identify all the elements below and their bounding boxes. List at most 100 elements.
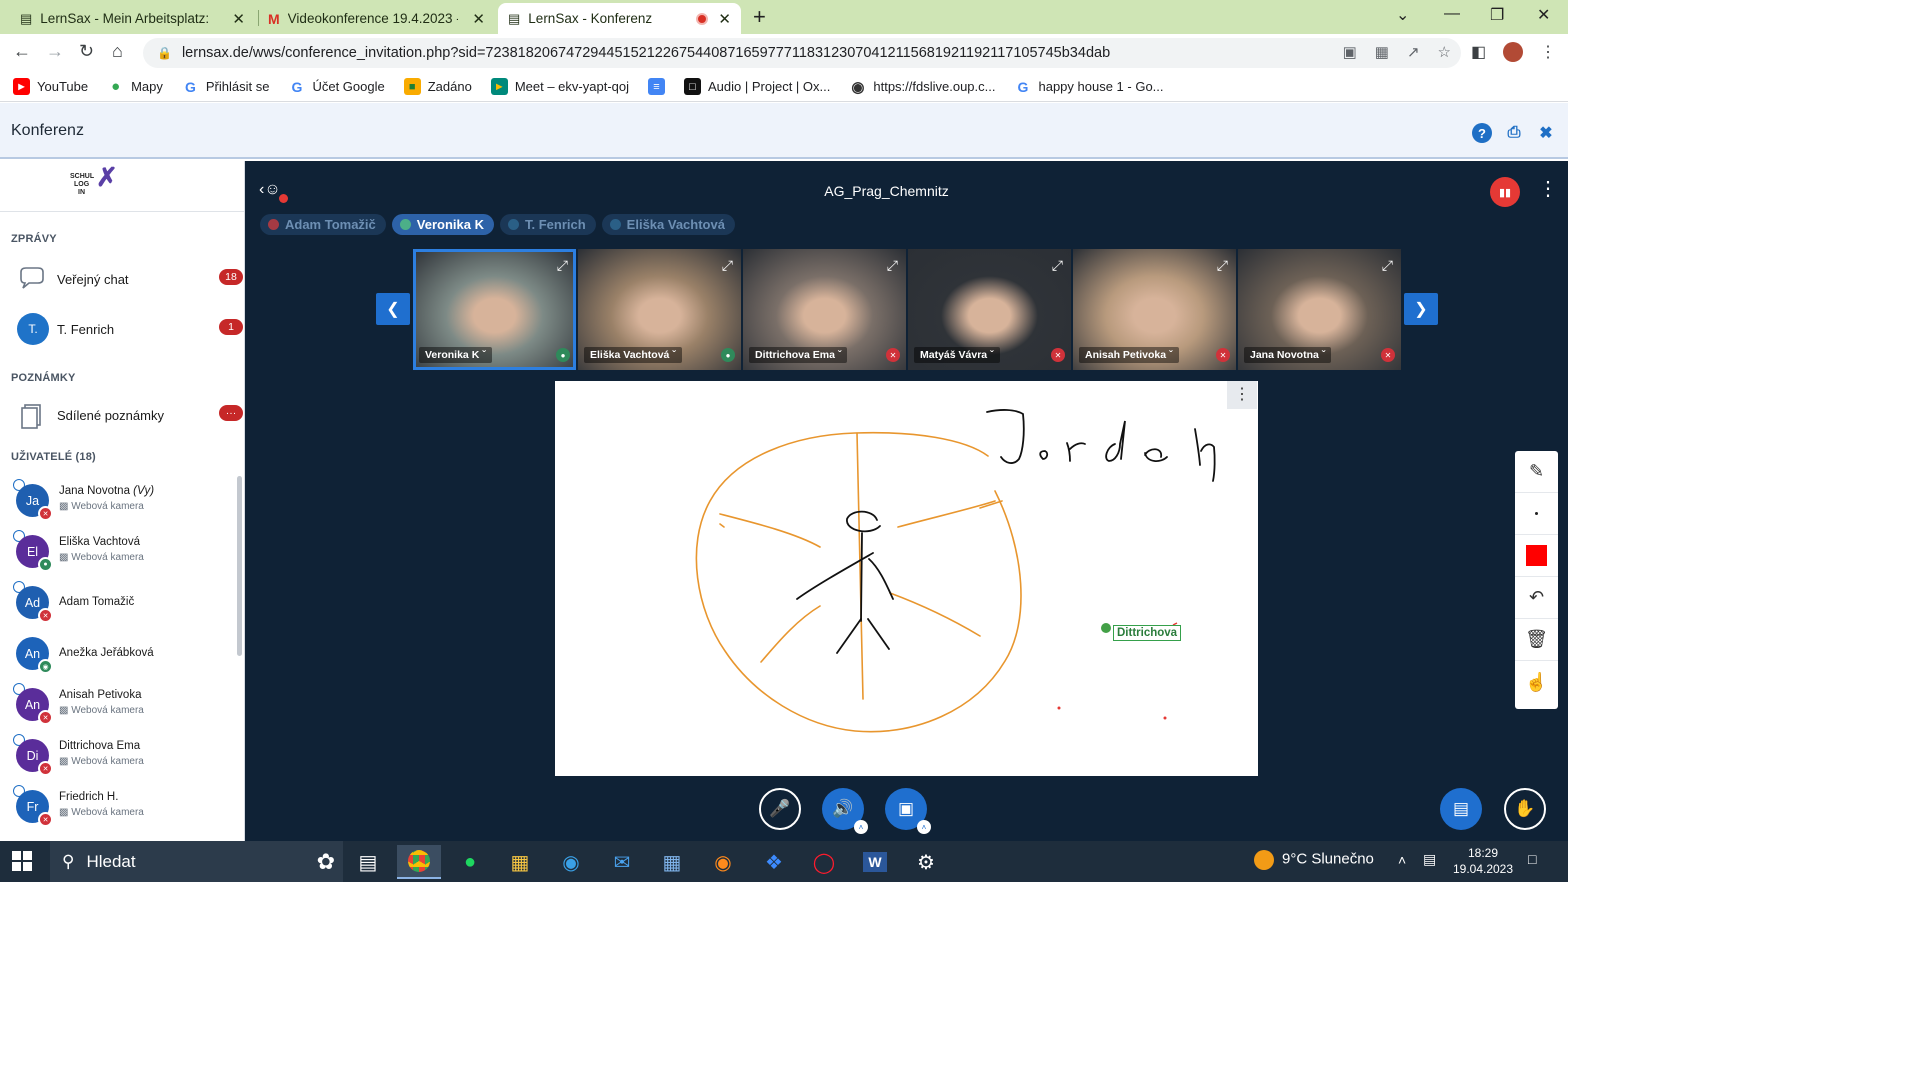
reload-icon[interactable]: ↻ (79, 41, 94, 62)
user-item[interactable]: Ad ✕ Adam Tomažič (0, 578, 240, 628)
help-icon[interactable]: ? (1472, 123, 1492, 143)
bookmark-youtube[interactable]: ▶ YouTube (13, 78, 88, 95)
sidebar-scrollbar[interactable] (237, 476, 242, 656)
tab-lernsax-start[interactable]: ▤ LernSax - Mein Arbeitsplatz: Start ✕ (10, 3, 255, 34)
user-item[interactable]: Fr ✕ Friedrich H. ▩ Webová kamera (0, 782, 240, 832)
next-videos-button[interactable]: ❯ (1404, 293, 1438, 325)
video-tile[interactable]: ⤢ Jana Novotna ˇ ✕ (1238, 249, 1401, 370)
connection-status-icon[interactable]: ▮▮ (1490, 177, 1520, 207)
firefox-app-icon[interactable]: ◉ (701, 845, 745, 879)
trash-icon[interactable]: 🗑 (1515, 619, 1558, 661)
talking-chip[interactable]: T. Fenrich (499, 214, 596, 235)
bookmark-star-icon[interactable]: ☆ (1438, 43, 1451, 61)
user-item[interactable]: Di ✕ Dittrichova Ema ▩ Webová kamera (0, 731, 240, 781)
participant-name[interactable]: Eliška Vachtová ˇ (584, 347, 682, 363)
window-close-icon[interactable]: ✕ (1537, 5, 1550, 25)
camera-blocked-icon[interactable]: ▣ (1343, 43, 1357, 61)
address-bar[interactable]: 🔒 lernsax.de/wws/conference_invitation.p… (143, 38, 1461, 68)
close-icon[interactable]: ✕ (718, 10, 731, 28)
bookmark-prihlasit[interactable]: G Přihlásit se (182, 78, 270, 95)
public-chat-item[interactable]: Veřejný chat 18 (0, 258, 244, 302)
user-item[interactable]: Ja ✕ Jana Novotna (Vy) ▩ Webová kamera (0, 476, 240, 526)
whiteboard-options-icon[interactable]: ⋮ (1227, 381, 1257, 409)
bookmark-happy-house[interactable]: Ghappy house 1 - Go... (1014, 78, 1164, 95)
settings-gear-icon[interactable]: ⚙ (904, 845, 948, 879)
participant-name[interactable]: Veronika K ˇ (419, 347, 492, 363)
dropbox-app-icon[interactable]: ❖ (752, 845, 796, 879)
bookmark-meet[interactable]: ► Meet – ekv-yapt-qoj (490, 78, 629, 95)
file-explorer-icon[interactable]: ▦ (498, 845, 542, 879)
restore-icon[interactable]: ❐ (1490, 5, 1504, 25)
new-tab-icon[interactable]: + (753, 4, 766, 30)
bookmark-docs[interactable]: ≡ (648, 78, 665, 95)
video-tile[interactable]: ⤢ Matyáš Vávra ˇ ✕ (908, 249, 1071, 370)
lock-icon[interactable]: 🔒 (157, 46, 172, 60)
bookmark-mapy[interactable]: ● Mapy (107, 78, 163, 95)
bookmark-fdslive[interactable]: ◉ https://fdslive.oup.c... (849, 78, 995, 96)
participant-name[interactable]: Matyáš Vávra ˇ (914, 347, 1000, 363)
fullscreen-icon[interactable]: ⤢ (887, 257, 898, 274)
home-icon[interactable]: ⌂ (112, 41, 123, 62)
talking-chip[interactable]: Adam Tomažič (260, 214, 386, 235)
talking-chip[interactable]: Eliška Vachtová (601, 214, 735, 235)
chevron-up-icon[interactable]: ˄ (917, 820, 931, 834)
shared-notes-item[interactable]: Sdílené poznámky ··· (0, 394, 244, 438)
print-icon[interactable]: ⎙ (1504, 123, 1524, 143)
undo-icon[interactable]: ↶ (1515, 577, 1558, 619)
pencil-tool-icon[interactable]: ✎ (1515, 451, 1558, 493)
fullscreen-icon[interactable]: ⤢ (1052, 257, 1063, 274)
participant-name[interactable]: Dittrichova Ema ˇ (749, 347, 848, 363)
opera-app-icon[interactable]: ◯ (802, 845, 846, 879)
multi-user-pointer-icon[interactable]: ☝ (1515, 661, 1558, 703)
color-picker[interactable] (1515, 535, 1558, 577)
user-item[interactable]: An ✕ Anisah Petivoka ▩ Webová kamera (0, 680, 240, 730)
weather-widget[interactable]: 9°C Slunečno (1254, 850, 1374, 870)
translate-icon[interactable]: ▦ (1375, 43, 1389, 61)
share-icon[interactable]: ↗ (1407, 43, 1420, 61)
back-icon[interactable]: ← (13, 41, 31, 62)
system-clock[interactable]: 18:29 19.04.2023 (1448, 845, 1518, 877)
user-item[interactable]: El ● Eliška Vachtová ▩ Webová kamera (0, 527, 240, 577)
mute-microphone-button[interactable]: 🎤 (759, 788, 801, 830)
side-panel-icon[interactable]: ◧ (1471, 42, 1486, 62)
whiteboard-canvas[interactable]: ⋮ Dittrichova (555, 381, 1258, 776)
network-icon[interactable]: ▤ (1423, 851, 1436, 868)
tab-videokonference[interactable]: M Videokonference 19.4.2023 - nov ✕ (258, 3, 495, 34)
camera-button[interactable]: ▣ ˄ (885, 788, 931, 834)
brush-size-icon[interactable] (1515, 493, 1558, 535)
word-app-icon[interactable]: W (853, 845, 897, 879)
close-icon[interactable]: ✕ (472, 10, 485, 28)
user-item[interactable]: An ◉ Anežka Jeřábková (0, 629, 240, 679)
tab-search-chevron-icon[interactable]: ⌄ (1396, 5, 1409, 25)
tray-chevron-icon[interactable]: ˄ (1398, 852, 1406, 868)
edge-app-icon[interactable]: ◉ (549, 845, 593, 879)
spotify-app-icon[interactable]: ● (448, 845, 492, 879)
talking-chip[interactable]: Veronika K (391, 214, 494, 235)
store-app-icon[interactable]: ▦ (650, 845, 694, 879)
private-chat-item[interactable]: T. T. Fenrich 1 (0, 308, 244, 352)
video-tile[interactable]: ⤢ Dittrichova Ema ˇ ✕ (743, 249, 906, 370)
raise-hand-button[interactable]: ✋ (1504, 788, 1546, 830)
forward-icon[interactable]: → (46, 41, 64, 62)
video-tile[interactable]: ⤢ Eliška Vachtová ˇ ● (578, 249, 741, 370)
windows-start-icon[interactable] (12, 851, 32, 871)
bookmark-oxford[interactable]: □ Audio | Project | Ox... (684, 78, 830, 95)
previous-videos-button[interactable]: ❮ (376, 293, 410, 325)
chrome-app-icon[interactable] (397, 845, 441, 879)
task-view-icon[interactable]: ▤ (346, 845, 390, 879)
fullscreen-icon[interactable]: ⤢ (722, 257, 733, 274)
notifications-icon[interactable]: □ (1528, 851, 1536, 867)
minimize-icon[interactable]: — (1444, 5, 1460, 23)
taskbar-search-box[interactable]: ⚲ Hledat ✿ (50, 841, 343, 882)
audio-button[interactable]: 🔊 ˄ (822, 788, 868, 834)
presentation-button[interactable]: ▤ (1440, 788, 1482, 830)
close-icon[interactable]: ✕ (232, 10, 245, 28)
video-tile[interactable]: ⤢ Anisah Petivoka ˇ ✕ (1073, 249, 1236, 370)
profile-avatar[interactable] (1503, 42, 1523, 67)
bookmark-zadano[interactable]: ■ Zadáno (403, 78, 472, 95)
participant-name[interactable]: Jana Novotna ˇ (1244, 347, 1332, 363)
browser-menu-icon[interactable]: ⋮ (1540, 42, 1556, 62)
bookmark-ucet-google[interactable]: G Účet Google (288, 78, 385, 95)
fullscreen-icon[interactable]: ⤢ (1382, 257, 1393, 274)
participant-name[interactable]: Anisah Petivoka ˇ (1079, 347, 1179, 363)
